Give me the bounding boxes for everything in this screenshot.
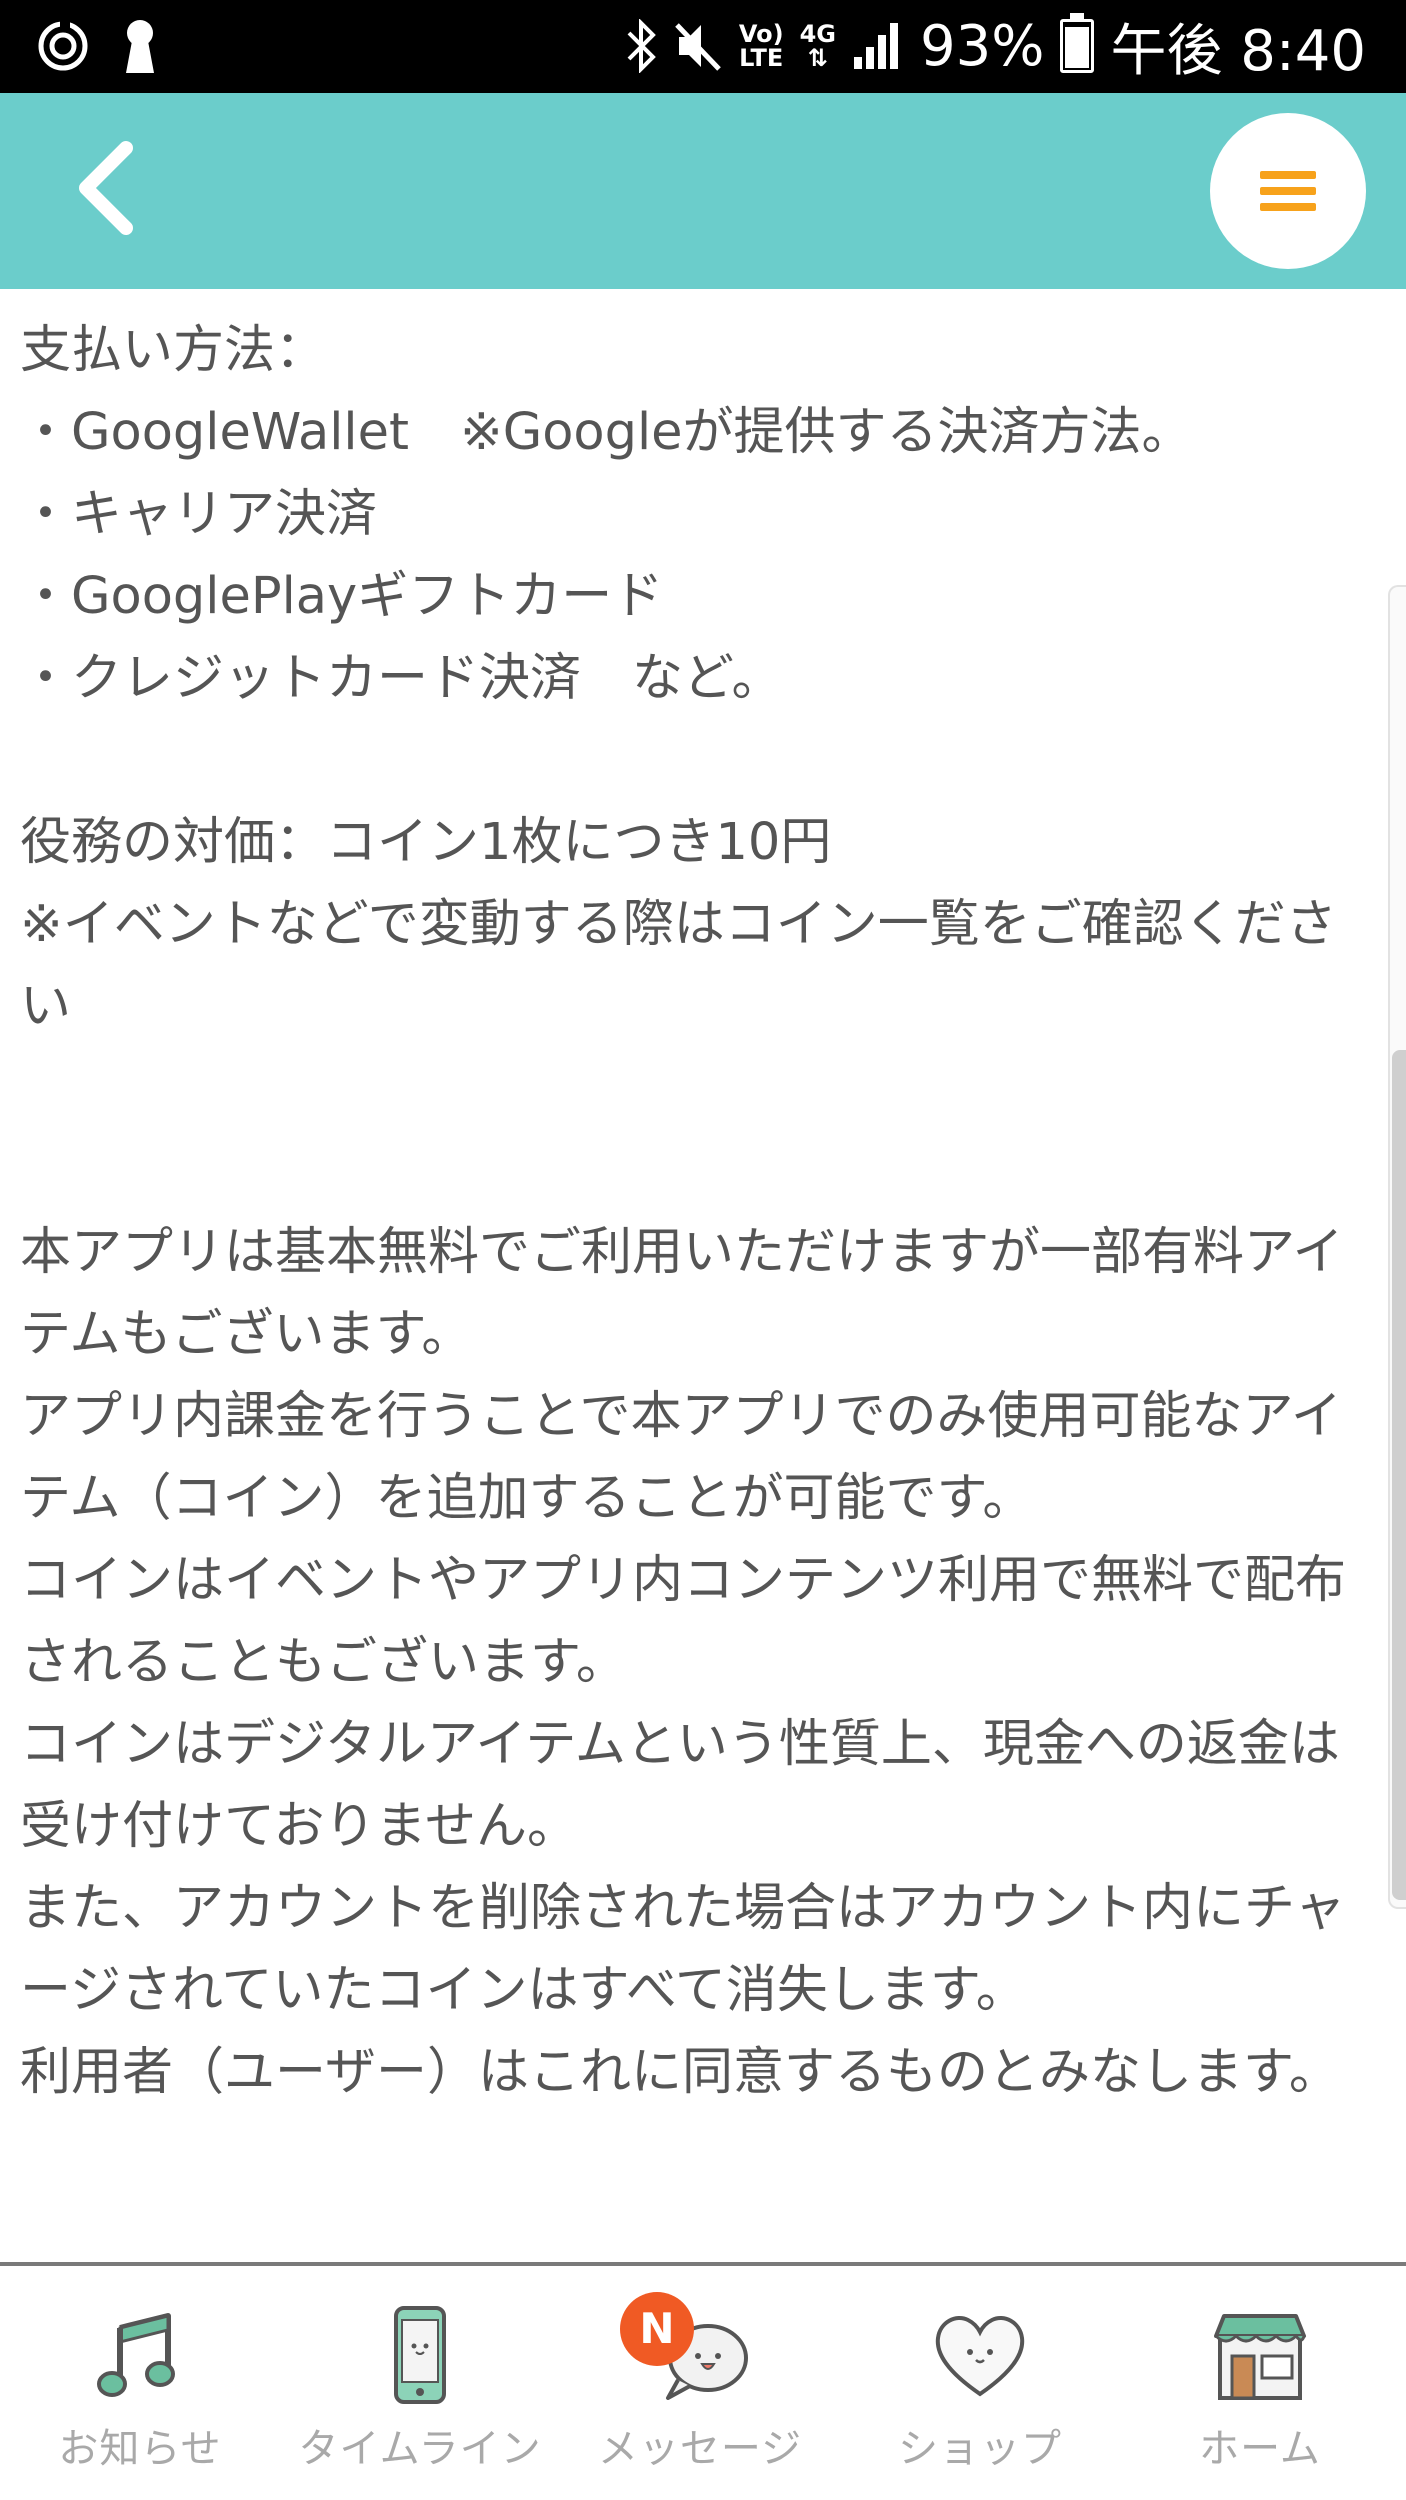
payment-method-item: ・GoogleWallet ※Googleが提供する決済方法。	[20, 403, 1193, 462]
smartphone-icon	[394, 2306, 446, 2404]
price-text: 役務の対価：コイン1枚につき10円	[20, 813, 832, 872]
heart-icon	[935, 2316, 1025, 2397]
nav-item-home[interactable]: ホーム	[1120, 2266, 1400, 2500]
network-indicator: 4G ⇅	[799, 20, 836, 72]
nav-item-shop[interactable]: ショップ	[840, 2266, 1120, 2500]
menu-button[interactable]	[1210, 113, 1366, 269]
clock: 午後 8:40	[1110, 18, 1366, 84]
price-note: ※イベントなどで変動する際はコイン一覧をご確認ください	[20, 895, 1337, 1036]
payment-heading: 支払い方法：	[20, 321, 327, 380]
keyhole-icon	[126, 20, 154, 73]
nav-item-notifications[interactable]: お知らせ	[0, 2266, 280, 2500]
chevron-left-icon	[79, 141, 133, 235]
payment-method-item: ・クレジットカード決済 など。	[20, 649, 783, 708]
bluetooth-icon	[627, 19, 656, 73]
music-note-icon	[97, 2313, 175, 2397]
nav-label: お知らせ	[58, 2426, 222, 2472]
status-right: Vo) LTE 4G ⇅ 93% 午後 8:40	[625, 10, 1366, 84]
notification-badge: N	[620, 2292, 694, 2366]
paragraph: アプリ内課金を行うことで本アプリでのみ使用可能なアイテム（コイン）を追加すること…	[20, 1387, 1342, 1528]
nav-label: ホーム	[1199, 2426, 1321, 2472]
paragraph: コインはイベントやアプリ内コンテンツ利用で無料で配布されることもございます。	[20, 1551, 1347, 1692]
nav-label: タイムライン	[298, 2426, 542, 2472]
sync-icon	[38, 19, 88, 71]
hamburger-menu-icon	[1260, 163, 1316, 219]
payment-method-item: ・GooglePlayギフトカード	[20, 567, 664, 626]
payment-method-item: ・キャリア決済	[20, 485, 378, 544]
paragraph: また、アカウントを削除された場合はアカウント内にチャージされていたコインはすべて…	[20, 1879, 1346, 2020]
battery-percent: 93%	[919, 13, 1045, 79]
battery-icon	[1060, 13, 1095, 73]
signal-icon	[853, 23, 898, 69]
nav-label: ショップ	[898, 2426, 1062, 2472]
paragraph: 利用者（ユーザー）はこれに同意するものとみなします。	[20, 2043, 1340, 2102]
nav-item-messages[interactable]: N メッセージ	[560, 2266, 840, 2500]
mute-icon	[675, 23, 721, 71]
status-bar: Vo) LTE 4G ⇅ 93% 午後 8:40	[0, 0, 1406, 93]
volte-indicator: Vo) LTE	[738, 20, 784, 72]
nav-label: メッセージ	[597, 2426, 803, 2472]
back-button[interactable]	[50, 133, 160, 243]
scrollbar-thumb[interactable]	[1392, 1050, 1406, 1900]
storefront-icon	[1214, 2314, 1306, 2400]
nav-item-timeline[interactable]: タイムライン	[280, 2266, 560, 2500]
status-left	[36, 14, 160, 78]
paragraph: 本アプリは基本無料でご利用いただけますが一部有料アイテムもございます。	[20, 1223, 1344, 1364]
app-header	[0, 93, 1406, 289]
terms-content: 支払い方法： ・GoogleWallet ※Googleが提供する決済方法。 ・…	[20, 310, 1360, 2114]
paragraph: コインはデジタルアイテムという性質上、現金への返金は受け付けておりません。	[20, 1715, 1340, 1856]
bottom-navigation: お知らせ タイムライン N メッセージ ショップ ホーム	[0, 2262, 1406, 2500]
